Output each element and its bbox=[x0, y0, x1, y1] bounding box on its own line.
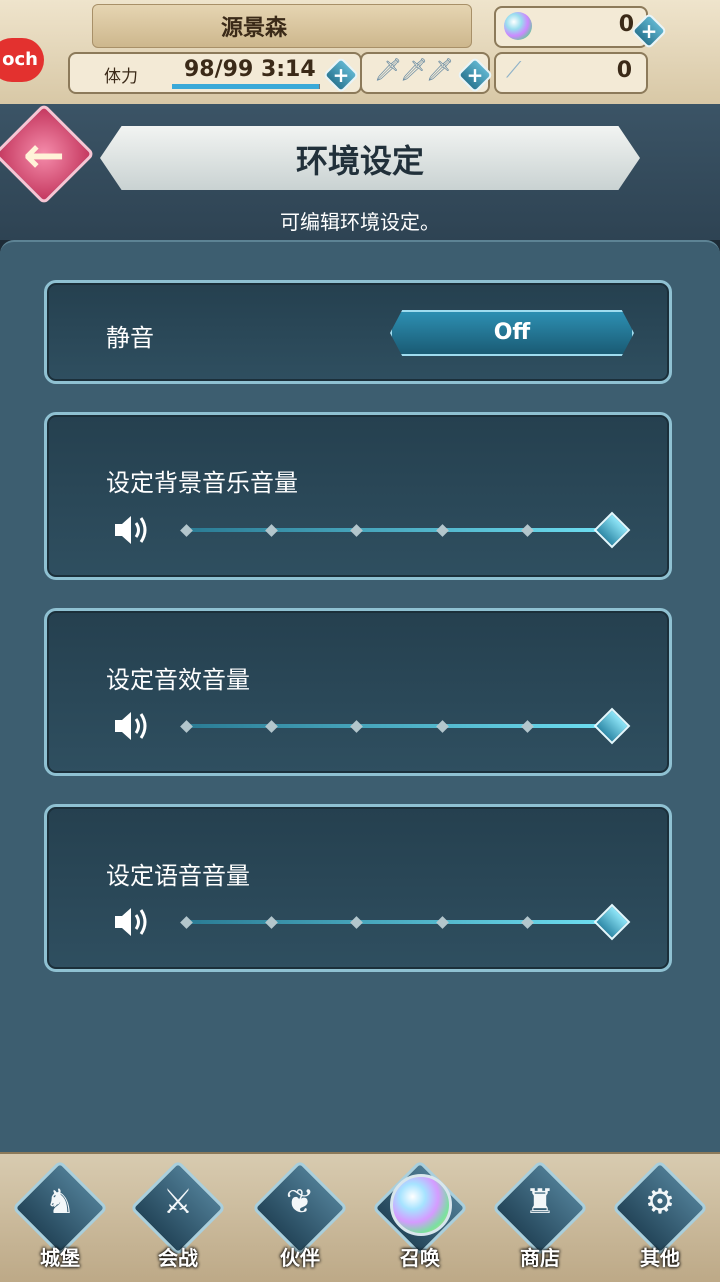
volume-track[interactable] bbox=[186, 724, 612, 728]
stamina-panel: 体力 98/99 3:14 bbox=[68, 52, 362, 94]
orb-icon bbox=[504, 12, 532, 40]
nav-label: 城堡 bbox=[40, 1246, 80, 1270]
status-bar: och 源景森 体力 98/99 3:14 + 🗡🗡🗡 + 0 + ⟋ 0 bbox=[0, 0, 720, 107]
castle-emblem-icon: ♞ bbox=[44, 1182, 76, 1222]
page-title: 环境设定 bbox=[295, 142, 424, 180]
nav-castle[interactable]: ♞ 城堡 bbox=[10, 1159, 110, 1278]
stamina-count: 98/99 bbox=[184, 57, 254, 82]
mute-toggle-button[interactable]: Off bbox=[390, 310, 634, 356]
stamina-label: 体力 bbox=[104, 67, 138, 87]
wing-icon: ❦ bbox=[285, 1182, 315, 1222]
speaker-icon bbox=[115, 908, 147, 936]
feather-icon: ⟋ bbox=[506, 58, 522, 83]
nav-shop[interactable]: ♜ 商店 bbox=[490, 1159, 590, 1278]
nav-label: 伙伴 bbox=[280, 1246, 320, 1270]
summon-orb-icon bbox=[390, 1174, 452, 1236]
back-arrow-icon[interactable]: ← bbox=[12, 128, 76, 182]
bottom-nav: ♞ 城堡 ⚔ 会战 ❦ 伙伴 召唤 ♜ 商店 ⚙ 其他 bbox=[0, 1152, 720, 1282]
mute-label: 静音 bbox=[106, 324, 154, 352]
stamina-timer: 3:14 bbox=[260, 57, 316, 82]
bgm-volume-label: 设定背景音乐音量 bbox=[106, 469, 298, 497]
orb-panel: 0 bbox=[494, 6, 648, 48]
volume-track[interactable] bbox=[186, 528, 612, 532]
orb-count: 0 bbox=[618, 12, 634, 37]
nav-summon[interactable]: 召唤 bbox=[370, 1159, 470, 1278]
volume-track[interactable] bbox=[186, 920, 612, 924]
shop-castle-icon: ♜ bbox=[524, 1182, 556, 1222]
page-subtitle: 可编辑环境设定。 bbox=[280, 210, 440, 234]
nav-battle[interactable]: ⚔ 会战 bbox=[128, 1159, 228, 1278]
voice-volume-label: 设定语音音量 bbox=[106, 862, 250, 890]
nav-label: 召唤 bbox=[400, 1246, 440, 1270]
feather-count: 0 bbox=[616, 58, 632, 83]
gear-icon: ⚙ bbox=[644, 1182, 676, 1222]
sfx-volume-label: 设定音效音量 bbox=[106, 666, 250, 694]
nav-label: 会战 bbox=[158, 1246, 198, 1270]
speaker-icon bbox=[115, 516, 147, 544]
nav-label: 其他 bbox=[640, 1246, 680, 1270]
stamina-bar-fill bbox=[172, 84, 319, 89]
brand-logo: och bbox=[0, 38, 44, 82]
nav-misc[interactable]: ⚙ 其他 bbox=[610, 1159, 710, 1278]
nav-label: 商店 bbox=[520, 1246, 560, 1270]
speaker-icon bbox=[115, 712, 147, 740]
feather-panel: ⟋ 0 bbox=[494, 52, 648, 94]
stamina-bar bbox=[172, 84, 320, 89]
nav-allies[interactable]: ❦ 伙伴 bbox=[250, 1159, 350, 1278]
sword-icon: 🗡🗡🗡 bbox=[374, 58, 454, 83]
stamina-value: 98/99 3:14 bbox=[184, 57, 316, 82]
crossed-swords-icon: ⚔ bbox=[162, 1182, 194, 1222]
player-name: 源景森 bbox=[220, 16, 287, 41]
